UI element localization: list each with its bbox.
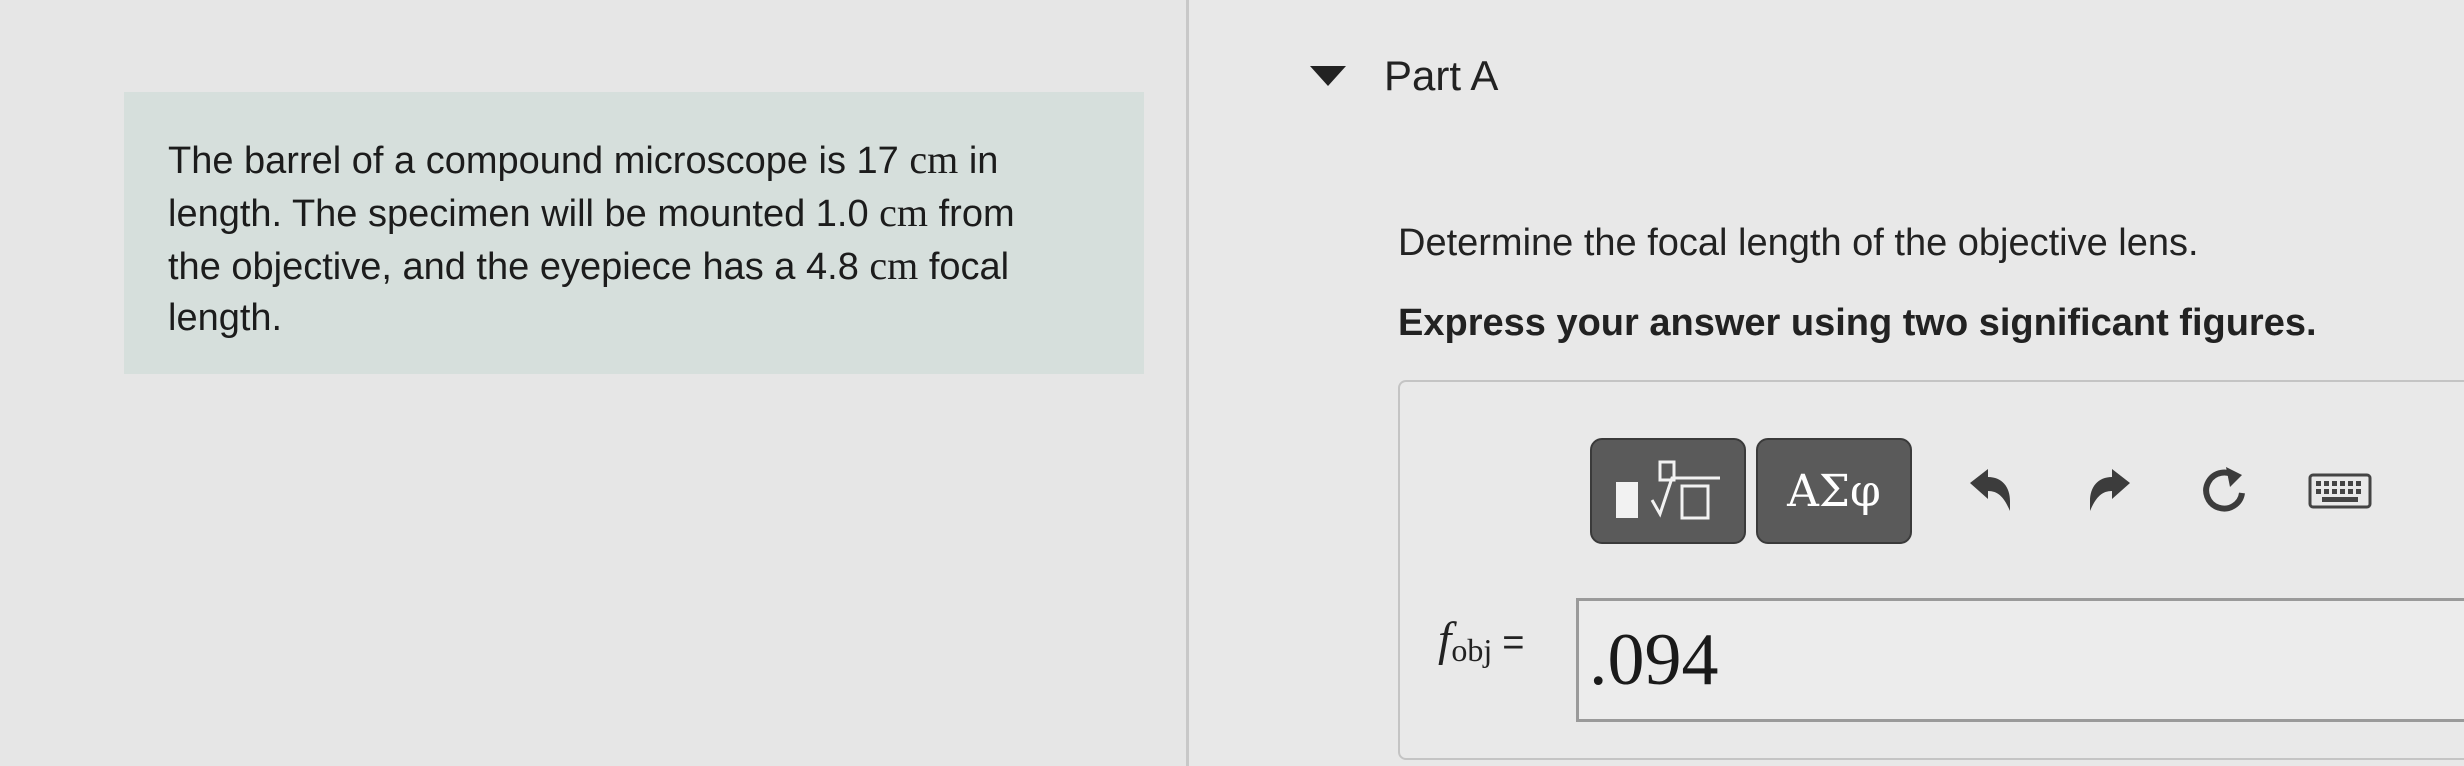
keyboard-button[interactable] xyxy=(2304,455,2376,527)
collapse-triangle-icon[interactable] xyxy=(1310,66,1346,86)
problem-pane: The barrel of a compound microscope is 1… xyxy=(0,0,1186,766)
part-title: Part A xyxy=(1384,52,1499,99)
undo-button[interactable] xyxy=(1956,455,2028,527)
reset-icon xyxy=(2203,467,2245,512)
problem-text-segment: in xyxy=(968,140,999,182)
part-header[interactable]: Part A xyxy=(1310,52,1498,100)
problem-text-segment: from xyxy=(938,193,1015,235)
keyboard-icon xyxy=(2308,473,2372,509)
greek-symbols-label: ΑΣφ xyxy=(1787,465,1881,517)
answer-input[interactable] xyxy=(1576,598,2464,722)
greek-symbols-button[interactable]: ΑΣφ xyxy=(1756,438,1912,544)
problem-text-segment: focal xyxy=(928,246,1010,288)
variable-f: f xyxy=(1438,613,1452,666)
templates-button[interactable] xyxy=(1590,438,1746,544)
problem-text-segment: The barrel of a compound microscope is 1… xyxy=(168,140,899,182)
problem-text-segment: the objective, and the eyepiece has a 4.… xyxy=(168,246,859,288)
math-toolbar: ΑΣφ xyxy=(1590,438,2420,544)
problem-statement-box: The barrel of a compound microscope is 1… xyxy=(124,92,1144,374)
equation-label: fobj = xyxy=(1438,612,1524,669)
templates-icon xyxy=(1616,460,1720,520)
redo-icon xyxy=(2090,469,2130,511)
equals-sign: = xyxy=(1502,622,1525,664)
unit-cm: cm xyxy=(879,190,929,235)
variable-subscript: obj xyxy=(1451,632,1493,668)
unit-cm: cm xyxy=(869,243,919,288)
problem-text-segment: length. The specimen will be mounted 1.0 xyxy=(168,193,869,235)
question-text: Determine the focal length of the object… xyxy=(1398,222,2199,264)
reset-button[interactable] xyxy=(2188,455,2260,527)
redo-button[interactable] xyxy=(2072,455,2144,527)
problem-text-segment: length. xyxy=(168,297,283,339)
unit-cm: cm xyxy=(909,137,959,182)
problem-text: The barrel of a compound microscope is 1… xyxy=(168,134,1128,344)
instruction-text: Express your answer using two significan… xyxy=(1398,302,2317,344)
undo-icon xyxy=(1970,469,2010,511)
answer-card: ΑΣφ fobj = .094 xyxy=(1398,380,2464,760)
